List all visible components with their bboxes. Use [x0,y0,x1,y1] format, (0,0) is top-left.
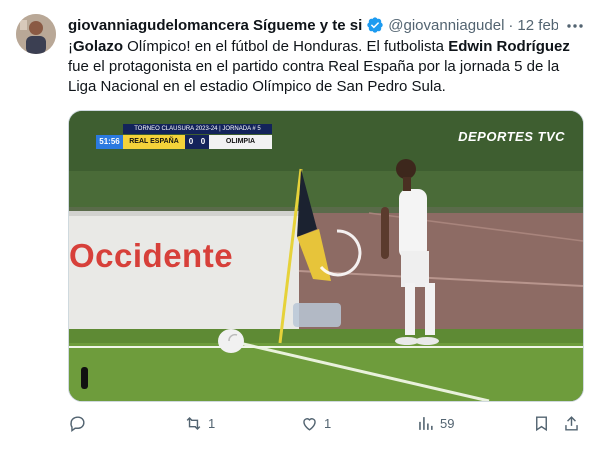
like-count: 1 [324,415,332,431]
scorebug-tournament: TORNEO CLAUSURA 2023-24 | JORNADA # 5 [123,124,272,134]
home-team: REAL ESPAÑA [123,135,185,149]
repost-count: 1 [208,415,216,431]
tweet-header: giovanniagudelomancera Sígueme y te si @… [68,14,558,36]
stadium-ad-text: Occidente [69,237,234,274]
views-button[interactable]: 59 [416,410,454,436]
views-count: 59 [440,415,455,431]
avatar[interactable] [16,14,56,54]
tweet[interactable]: giovanniagudelomancera Sígueme y te si @… [0,0,609,454]
verified-icon [366,16,384,34]
highlight-golazo: Golazo [73,38,124,55]
highlight-player: Edwin Rodríguez [448,38,570,55]
bookmark-icon [536,415,547,431]
reply-icon [70,415,85,432]
author-name[interactable]: giovanniagudelomancera Sígueme y te si [68,17,362,34]
video-player[interactable]: Occidente TORNEO CLAUSURA 2023-24 | JORN… [68,110,584,402]
away-team: OLIMPIA [209,135,272,149]
views-icon [419,416,433,430]
reply-button[interactable] [68,410,92,436]
repost-icon [186,416,201,430]
author-handle[interactable]: @giovanniagudel [388,17,504,34]
action-bar: 1 1 59 [68,410,588,436]
share-icon [565,415,578,431]
like-button[interactable]: 1 [300,410,331,436]
bookmark-button[interactable] [532,410,551,436]
separator-dot: · [508,16,514,34]
broadcaster-watermark: DEPORTES TVC [458,129,565,144]
share-button[interactable] [562,410,581,436]
match-clock: 51:56 [96,135,123,149]
like-icon [303,417,316,431]
repost-button[interactable]: 1 [184,410,215,436]
home-score: 0 [185,135,197,149]
tweet-text: ¡Golazo Olímpico! en el fútbol de Hondur… [68,38,570,95]
tweet-date[interactable]: 12 feb. [517,17,558,34]
away-score: 0 [197,135,209,149]
